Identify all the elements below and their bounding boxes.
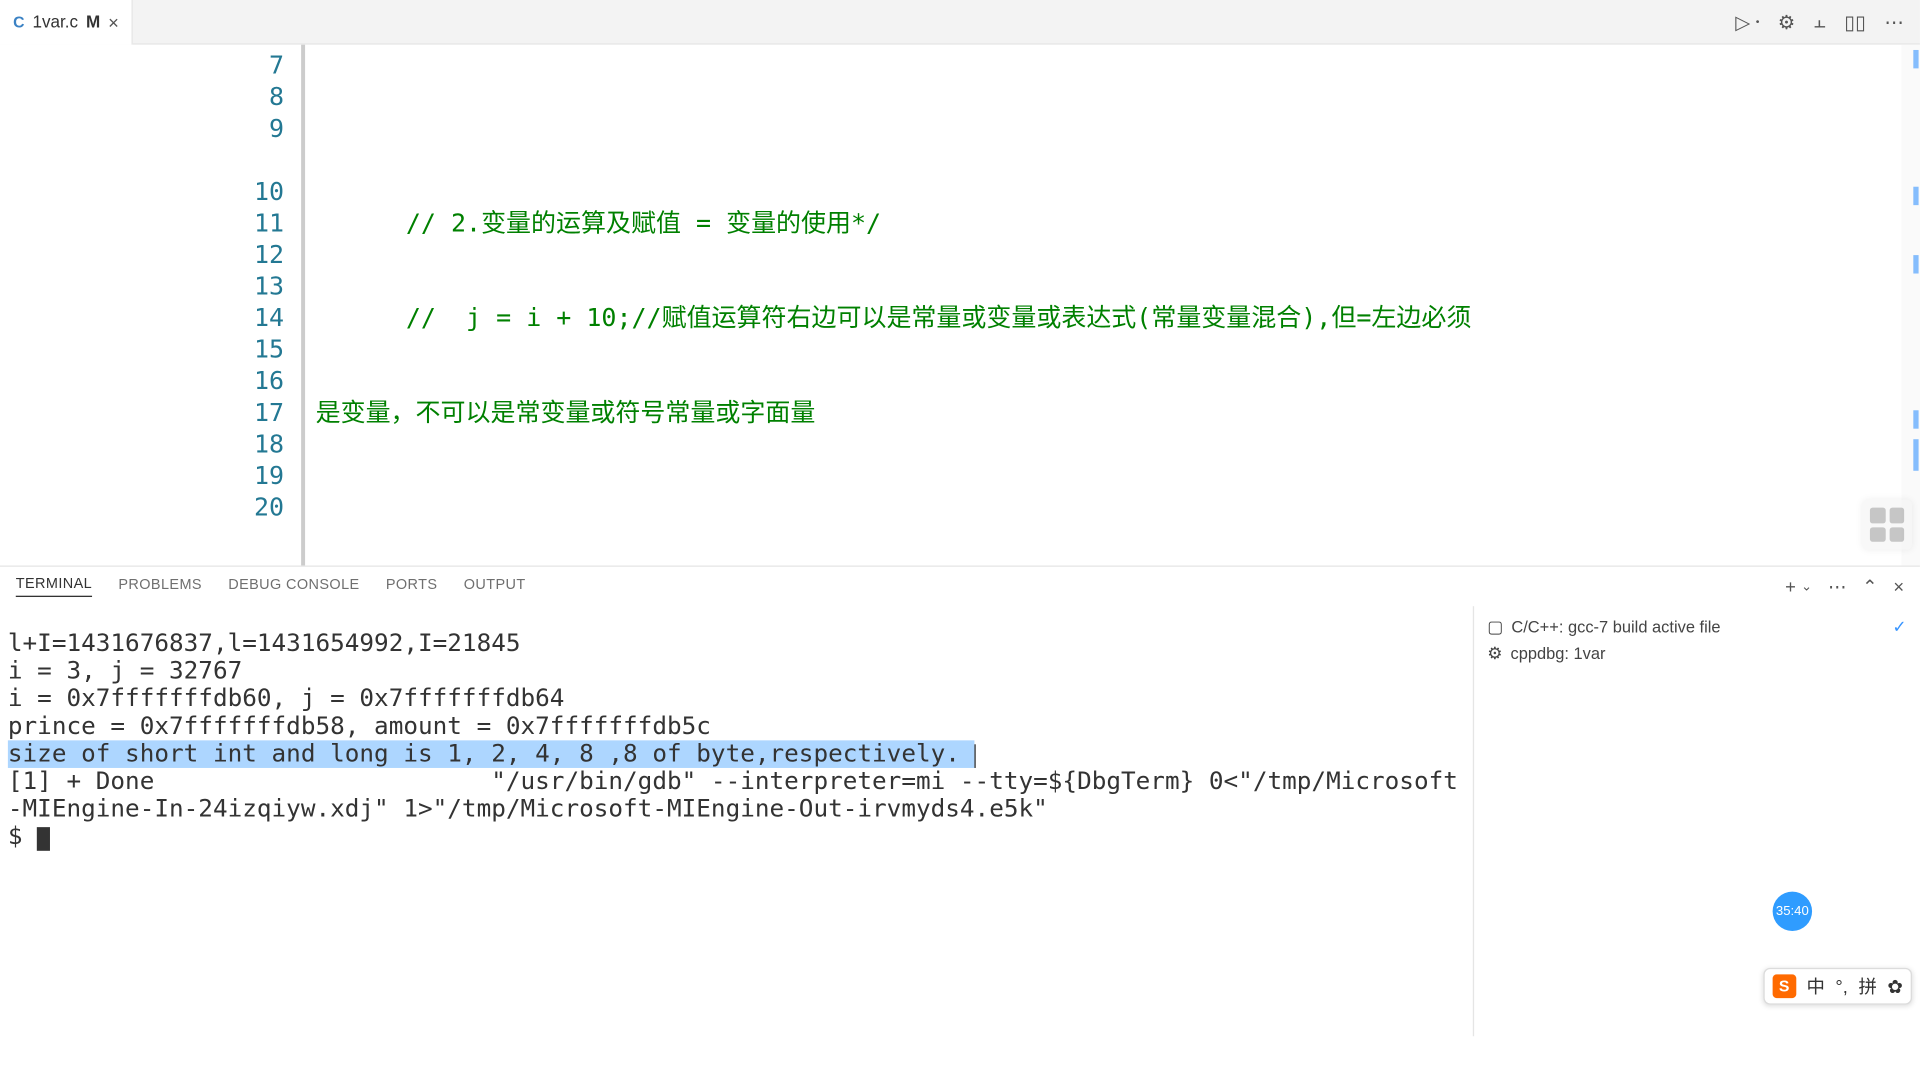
terminal-line: i = 3, j = 32767 xyxy=(8,658,1465,686)
ime-settings-icon[interactable]: ✿ xyxy=(1887,975,1902,997)
tab-filename: 1var.c xyxy=(32,12,78,32)
terminal-cursor-icon xyxy=(37,827,50,851)
diff-icon[interactable]: ⫠ xyxy=(1814,11,1826,33)
editor-minimap[interactable] xyxy=(1901,45,1919,566)
apps-grid-icon[interactable] xyxy=(1862,500,1912,550)
editor-actions: ▷ • ⚙ ⫠ ▯▯ ⋯ xyxy=(1735,10,1920,34)
panel-tab-bar: TERMINAL PROBLEMS DEBUG CONSOLE PORTS OU… xyxy=(0,567,1920,606)
terminal-line: [1] + Done "/usr/bin/gdb" --interpreter=… xyxy=(8,768,1465,823)
tab-problems[interactable]: PROBLEMS xyxy=(118,577,202,597)
task-row-build[interactable]: ▢ C/C++: gcc-7 build active file ✓ xyxy=(1487,614,1906,640)
ime-punct[interactable]: °, xyxy=(1835,976,1847,997)
panel-close-icon[interactable]: × xyxy=(1893,576,1904,597)
terminal-dropdown-icon[interactable]: ⌄ xyxy=(1801,579,1812,593)
ime-toolbar[interactable]: S 中 °, 拼 ✿ xyxy=(1763,968,1912,1005)
text-cursor-icon xyxy=(975,744,976,768)
timer-badge[interactable]: 35:40 xyxy=(1773,892,1812,931)
editor-tab-active[interactable]: C 1var.c M × xyxy=(0,0,133,44)
terminal-output[interactable]: l+I=1431676837,l=1431654992,I=21845i = 3… xyxy=(0,606,1473,1036)
task-label: cppdbg: 1var xyxy=(1510,644,1605,662)
bottom-panel: TERMINAL PROBLEMS DEBUG CONSOLE PORTS OU… xyxy=(0,565,1920,1036)
terminal-line: prince = 0x7fffffffdb58, amount = 0x7fff… xyxy=(8,713,1465,741)
terminal-line: size of short int and long is 1, 2, 4, 8… xyxy=(8,740,1465,768)
terminal-line: l+I=1431676837,l=1431654992,I=21845 xyxy=(8,630,1465,658)
task-icon: ▢ xyxy=(1487,617,1503,638)
more-icon[interactable]: ⋯ xyxy=(1884,10,1904,34)
run-dropdown-icon[interactable]: • xyxy=(1756,16,1760,28)
file-type-c-icon: C xyxy=(13,12,24,30)
code-content[interactable]: // 2.变量的运算及赋值 = 变量的使用*/ // j = i + 10;//… xyxy=(305,45,1901,566)
task-row-debug[interactable]: ⚙ cppdbg: 1var xyxy=(1487,640,1906,666)
line-number-gutter: 7 8 9 10 11 12 13 14 15 16 17 18 19 20 xyxy=(0,45,305,566)
editor-tab-bar: C 1var.c M × ▷ • ⚙ ⫠ ▯▯ ⋯ xyxy=(0,0,1920,45)
task-label: C/C++: gcc-7 build active file xyxy=(1511,618,1720,636)
check-icon: ✓ xyxy=(1892,617,1906,638)
tab-terminal[interactable]: TERMINAL xyxy=(16,576,92,597)
tab-ports[interactable]: PORTS xyxy=(386,577,438,597)
modified-indicator: M xyxy=(86,12,100,32)
tab-output[interactable]: OUTPUT xyxy=(464,577,526,597)
debug-icon: ⚙ xyxy=(1487,643,1502,664)
terminal-line: i = 0x7fffffffdb60, j = 0x7fffffffdb64 xyxy=(8,685,1465,713)
terminal-prompt: $ xyxy=(8,823,1465,851)
gear-icon[interactable]: ⚙ xyxy=(1778,10,1796,34)
run-icon[interactable]: ▷ xyxy=(1735,10,1750,34)
split-editor-icon[interactable]: ▯▯ xyxy=(1844,10,1866,34)
tab-debug-console[interactable]: DEBUG CONSOLE xyxy=(228,577,359,597)
new-terminal-icon[interactable]: + xyxy=(1785,576,1796,597)
ime-lang[interactable]: 中 xyxy=(1807,973,1825,999)
code-editor[interactable]: 7 8 9 10 11 12 13 14 15 16 17 18 19 20 /… xyxy=(0,45,1920,566)
ime-mode[interactable]: 拼 xyxy=(1858,973,1876,999)
panel-maximize-icon[interactable]: ⌃ xyxy=(1862,575,1877,597)
panel-more-icon[interactable]: ⋯ xyxy=(1828,575,1846,597)
ime-logo-icon: S xyxy=(1772,974,1796,998)
close-icon[interactable]: × xyxy=(108,11,119,32)
